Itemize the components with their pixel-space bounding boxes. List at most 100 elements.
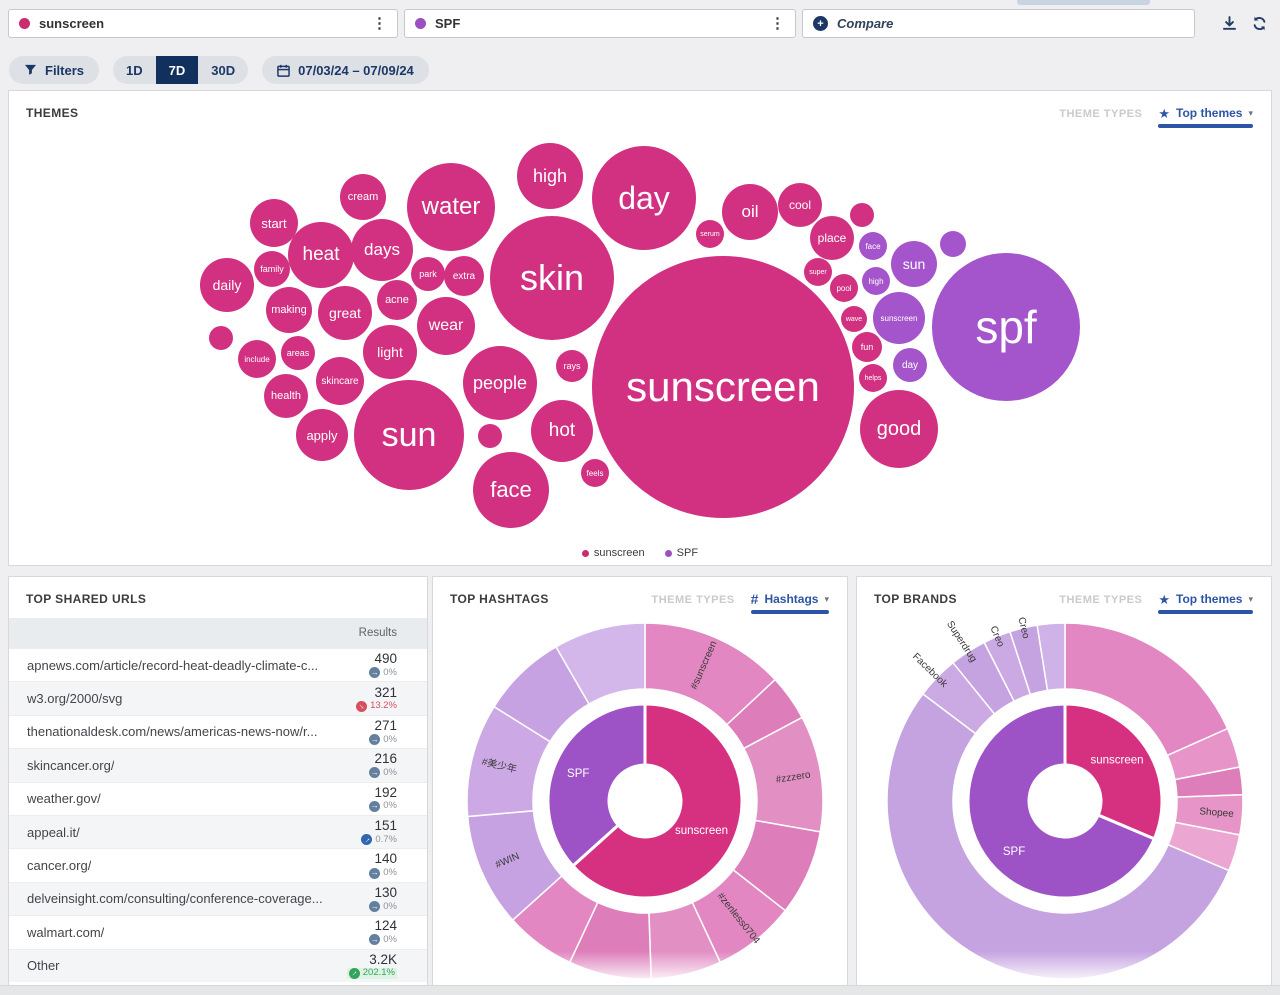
theme-bubble-health[interactable]: health [264, 374, 308, 418]
trend-arrow-icon: → [349, 968, 360, 979]
theme-bubble-skin[interactable]: skin [490, 216, 614, 340]
hashtags-inner-label: SPF [567, 768, 589, 780]
result-value: 124 [369, 919, 397, 933]
theme-bubble-wear[interactable]: wear [417, 297, 475, 355]
refresh-button[interactable] [1247, 12, 1271, 36]
change-percent: 0% [383, 868, 397, 878]
theme-bubble-heat[interactable]: heat [288, 222, 354, 288]
date-range-picker[interactable]: 07/03/24 – 07/09/24 [262, 56, 429, 84]
range-7d-button[interactable]: 7D [156, 56, 199, 84]
url-table-row: walmart.com/124→0% [9, 915, 427, 948]
shared-url-link[interactable]: w3.org/2000/svg [27, 691, 122, 706]
shared-url-link[interactable]: skincancer.org/ [27, 758, 114, 773]
kebab-menu-icon[interactable]: ⋮ [770, 16, 785, 31]
query-label: sunscreen [39, 16, 104, 31]
theme-bubble-days[interactable]: days [351, 219, 413, 281]
kebab-menu-icon[interactable]: ⋮ [372, 16, 387, 31]
shared-url-link[interactable]: Other [27, 958, 60, 973]
theme-bubble-areas[interactable]: areas [281, 336, 315, 370]
shared-url-link[interactable]: walmart.com/ [27, 925, 104, 940]
theme-bubble-spf[interactable]: spf [932, 253, 1080, 401]
theme-bubble-family[interactable]: family [254, 251, 290, 287]
result-cell: 321→13.2% [356, 686, 397, 712]
theme-bubble[interactable] [940, 231, 966, 257]
theme-bubble-serum[interactable]: serum [696, 220, 724, 248]
theme-bubble-acne[interactable]: acne [377, 280, 417, 320]
theme-bubble-park[interactable]: park [411, 257, 445, 291]
shared-url-link[interactable]: cancer.org/ [27, 858, 91, 873]
theme-bubble-making[interactable]: making [266, 287, 312, 333]
theme-bubble-rays[interactable]: rays [556, 350, 588, 382]
result-value: 192 [369, 786, 397, 800]
theme-bubble-extra[interactable]: extra [444, 256, 484, 296]
url-table-row: Other3.2K→202.1% [9, 949, 427, 982]
theme-bubble-include[interactable]: include [238, 340, 276, 378]
theme-bubble-sunscreen[interactable]: sunscreen [592, 256, 854, 518]
theme-bubble-water[interactable]: water [407, 163, 495, 251]
theme-bubble-cream[interactable]: cream [340, 174, 386, 220]
theme-bubble-wave[interactable]: wave [841, 306, 867, 332]
theme-bubble-people[interactable]: people [463, 346, 537, 420]
query-label: SPF [435, 16, 460, 31]
theme-bubble[interactable] [209, 326, 233, 350]
query-input-spf[interactable]: SPF ⋮ [404, 9, 796, 38]
theme-bubble-high[interactable]: high [517, 143, 583, 209]
theme-bubble-helps[interactable]: helps [859, 364, 887, 392]
theme-bubble-face[interactable]: face [859, 232, 887, 260]
theme-bubble-place[interactable]: place [810, 216, 854, 260]
trend-arrow-icon: → [356, 701, 367, 712]
theme-bubble-skincare[interactable]: skincare [316, 357, 364, 405]
theme-bubble-high[interactable]: high [862, 267, 890, 295]
shared-url-link[interactable]: apnews.com/article/record-heat-deadly-cl… [27, 658, 318, 673]
range-1d-button[interactable]: 1D [113, 56, 156, 84]
url-table-row: delveinsight.com/consulting/conference-c… [9, 882, 427, 915]
filters-button[interactable]: Filters [9, 56, 99, 84]
theme-bubble[interactable] [850, 203, 874, 227]
trend-arrow-icon: → [369, 901, 380, 912]
theme-bubble-apply[interactable]: apply [296, 409, 348, 461]
compare-plus-icon: + [813, 16, 828, 31]
theme-bubble-great[interactable]: great [318, 286, 372, 340]
theme-bubble-cool[interactable]: cool [778, 183, 822, 227]
theme-bubble-super[interactable]: super [804, 258, 832, 286]
result-value: 151 [361, 819, 397, 833]
theme-bubble-sun[interactable]: sun [891, 241, 937, 287]
theme-bubble-day[interactable]: day [592, 146, 696, 250]
theme-bubble[interactable] [478, 424, 502, 448]
theme-bubble-fun[interactable]: fun [852, 332, 882, 362]
theme-bubble-pool[interactable]: pool [830, 274, 858, 302]
change-indicator: →13.2% [356, 701, 397, 712]
change-indicator: →0% [369, 667, 397, 678]
theme-bubble-light[interactable]: light [363, 325, 417, 379]
theme-bubble-sunscreen[interactable]: sunscreen [873, 292, 925, 344]
filters-label: Filters [45, 63, 84, 78]
top-brands-panel: TOP BRANDS THEME TYPES ★ Top themes ▾ Sh… [856, 576, 1272, 994]
trend-arrow-icon: → [369, 767, 380, 778]
theme-bubble-feels[interactable]: feels [581, 459, 609, 487]
theme-bubble-face[interactable]: face [473, 452, 549, 528]
url-table-row: thenationaldesk.com/news/americas-news-n… [9, 715, 427, 748]
result-cell: 192→0% [369, 786, 397, 812]
theme-bubble-daily[interactable]: daily [200, 258, 254, 312]
shared-url-link[interactable]: thenationaldesk.com/news/americas-news-n… [27, 724, 317, 739]
change-percent: 202.1% [363, 968, 395, 978]
shared-url-link[interactable]: delveinsight.com/consulting/conference-c… [27, 891, 323, 906]
theme-bubble-oil[interactable]: oil [722, 184, 778, 240]
download-button[interactable] [1217, 12, 1241, 36]
top-edge-remnant [1017, 0, 1150, 5]
shared-url-link[interactable]: weather.gov/ [27, 791, 101, 806]
panel-title: TOP SHARED URLS [26, 592, 146, 606]
table-header: Results [9, 618, 427, 648]
brands-inner-label: SPF [1003, 846, 1025, 858]
theme-bubble-good[interactable]: good [860, 390, 938, 468]
compare-button[interactable]: + Compare [802, 9, 1195, 38]
calendar-icon [277, 64, 290, 77]
query-input-sunscreen[interactable]: sunscreen ⋮ [8, 9, 398, 38]
theme-bubble-chart: startcreamwaterhighdayoilcoolserumplaceh… [9, 91, 1271, 565]
range-30d-button[interactable]: 30D [198, 56, 248, 84]
theme-bubble-hot[interactable]: hot [531, 400, 593, 462]
theme-bubble-day[interactable]: day [893, 348, 927, 382]
change-indicator: →0% [369, 934, 397, 945]
theme-bubble-sun[interactable]: sun [354, 380, 464, 490]
shared-url-link[interactable]: appeal.it/ [27, 825, 80, 840]
